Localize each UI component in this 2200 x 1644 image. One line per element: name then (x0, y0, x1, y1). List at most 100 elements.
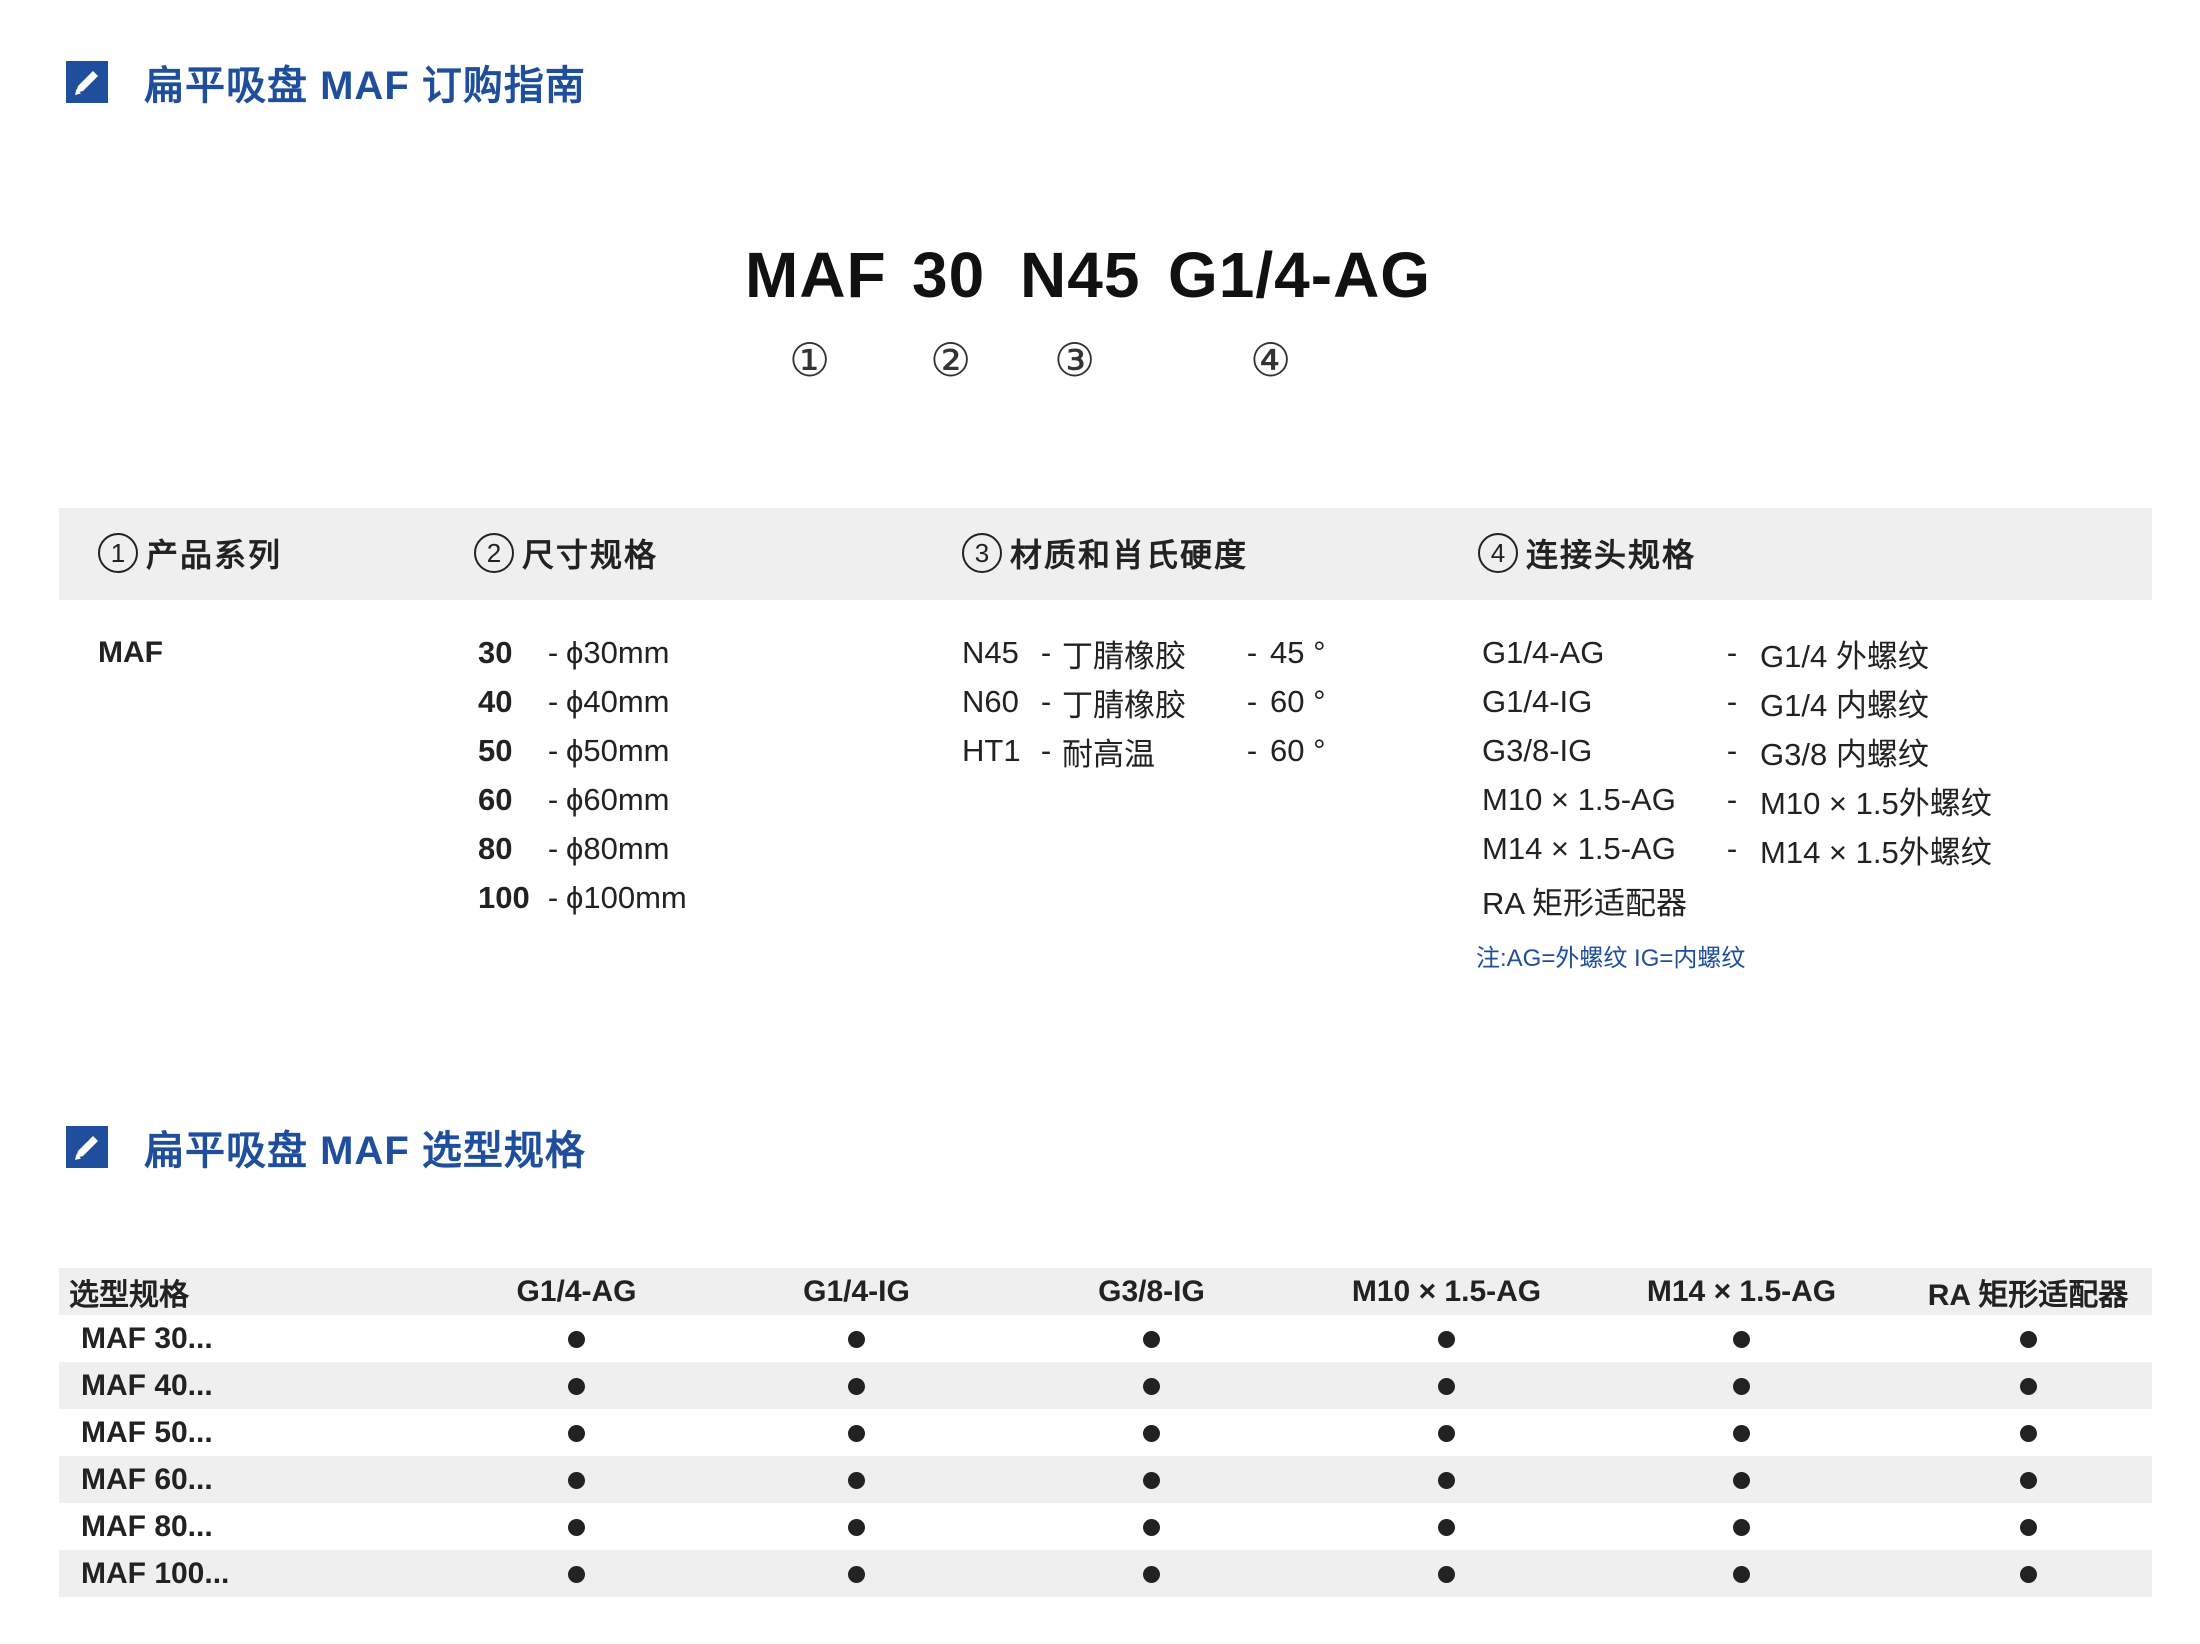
available-dot-icon (1733, 1519, 1750, 1537)
col-head-size: 2 尺寸规格 (474, 530, 658, 576)
pen-icon (66, 61, 108, 103)
size-row: 100- ϕ100mm (478, 880, 687, 915)
availability-cell (1314, 1503, 1579, 1550)
availability-cell (1579, 1362, 1904, 1409)
available-dot-icon (568, 1331, 585, 1349)
available-dot-icon (2019, 1566, 2037, 1584)
available-dot-icon (2019, 1472, 2037, 1490)
material-row: N60 - 丁腈橡胶 - 60 ° (962, 684, 1326, 723)
availability-cell (724, 1503, 989, 1550)
available-dot-icon (568, 1378, 585, 1396)
col-head-connection: 4 连接头规格 (1478, 530, 1696, 576)
available-dot-icon (2019, 1331, 2037, 1349)
availability-cell (1904, 1315, 2152, 1362)
availability-cell (429, 1315, 724, 1362)
availability-cell (724, 1362, 989, 1409)
available-dot-icon (1733, 1472, 1750, 1490)
available-dot-icon (1438, 1378, 1455, 1396)
table-row: MAF 60... (59, 1456, 2152, 1503)
available-dot-icon (1438, 1425, 1455, 1443)
section-title-ordering: 扁平吸盘 MAF 订购指南 (144, 64, 586, 108)
model-cell: MAF 50... (81, 1415, 213, 1449)
availability-cell (1314, 1362, 1579, 1409)
table-row: MAF 100... (59, 1550, 2152, 1597)
section-title-selection: 扁平吸盘 MAF 选型规格 (144, 1129, 586, 1173)
available-dot-icon (568, 1519, 585, 1537)
availability-cell (1314, 1550, 1579, 1597)
pen-icon (66, 1126, 108, 1168)
selection-col-head: G1/4-IG (724, 1268, 989, 1315)
marker-2: ② (930, 334, 972, 386)
model-cell: MAF 40... (59, 1362, 429, 1409)
availability-cell (429, 1409, 724, 1456)
adapter-row: RA 矩形适配器 (1482, 885, 1687, 921)
availability-cell (724, 1409, 989, 1456)
available-dot-icon (1733, 1566, 1750, 1584)
series-value: MAF (98, 636, 163, 669)
availability-cell (989, 1409, 1314, 1456)
selection-col-head: G1/4-AG (429, 1268, 724, 1315)
availability-cell (1904, 1550, 2152, 1597)
availability-cell (989, 1362, 1314, 1409)
available-dot-icon (2019, 1378, 2037, 1396)
selection-col-head: G3/8-IG (989, 1268, 1314, 1315)
size-row: 60- ϕ60mm (478, 782, 670, 817)
connection-row: G1/4-AG - G1/4 外螺纹 (1482, 635, 1929, 674)
section-heading-selection: 扁平吸盘 MAF 选型规格 (66, 1117, 586, 1177)
col-head-material: 3 材质和肖氏硬度 (962, 530, 1248, 576)
availability-cell (1314, 1409, 1579, 1456)
model-cell: MAF 80... (81, 1509, 213, 1543)
code-connection: G1/4-AG (1168, 239, 1432, 311)
marker-4: ④ (1250, 334, 1292, 386)
availability-cell (989, 1550, 1314, 1597)
availability-cell (1579, 1315, 1904, 1362)
material-row: N45 - 丁腈橡胶 - 45 ° (962, 635, 1326, 674)
available-dot-icon (1143, 1519, 1160, 1537)
selection-header-row: 选型规格 G1/4-AG G1/4-IG G3/8-IG M10 × 1.5-A… (59, 1268, 2152, 1315)
availability-cell (1314, 1456, 1579, 1503)
material-row: HT1 - 耐高温 - 60 ° (962, 733, 1326, 772)
available-dot-icon (1143, 1566, 1160, 1584)
available-dot-icon (848, 1378, 865, 1396)
size-row: 40- ϕ40mm (478, 684, 670, 719)
availability-cell (724, 1550, 989, 1597)
availability-cell (429, 1503, 724, 1550)
availability-cell (989, 1315, 1314, 1362)
available-dot-icon (1143, 1425, 1160, 1443)
available-dot-icon (568, 1566, 585, 1584)
selection-col-head: M14 × 1.5-AG (1579, 1268, 1904, 1315)
available-dot-icon (2019, 1519, 2037, 1537)
availability-cell (989, 1503, 1314, 1550)
connection-row: G1/4-IG - G1/4 内螺纹 (1482, 684, 1929, 723)
availability-cell (1904, 1456, 2152, 1503)
col-head-series: 1 产品系列 (98, 530, 282, 576)
size-row: 30- ϕ30mm (478, 635, 670, 670)
connection-row: G3/8-IG - G3/8 内螺纹 (1482, 733, 1929, 772)
available-dot-icon (2019, 1425, 2037, 1443)
availability-cell (1314, 1315, 1579, 1362)
available-dot-icon (1438, 1519, 1455, 1537)
marker-3: ③ (1054, 334, 1096, 386)
available-dot-icon (848, 1472, 865, 1490)
marker-1: ① (789, 334, 831, 386)
available-dot-icon (848, 1566, 865, 1584)
selection-table: 选型规格 G1/4-AG G1/4-IG G3/8-IG M10 × 1.5-A… (59, 1268, 2152, 1597)
available-dot-icon (848, 1425, 865, 1443)
model-cell: MAF 60... (59, 1456, 429, 1503)
size-row: 50- ϕ50mm (478, 733, 670, 768)
availability-cell (429, 1550, 724, 1597)
model-cell: MAF 30... (81, 1321, 213, 1355)
code-series: MAF (745, 239, 887, 311)
code-size: 30 (912, 239, 986, 311)
code-material: N45 (1020, 239, 1141, 311)
size-row: 80- ϕ80mm (478, 831, 670, 866)
table-row: MAF 50... (59, 1409, 2152, 1456)
availability-cell (989, 1456, 1314, 1503)
availability-cell (1579, 1409, 1904, 1456)
availability-cell (1579, 1503, 1904, 1550)
availability-cell (724, 1315, 989, 1362)
section-heading-ordering: 扁平吸盘 MAF 订购指南 (66, 52, 586, 112)
selection-header-label: 选型规格 (59, 1268, 429, 1315)
available-dot-icon (1733, 1378, 1750, 1396)
availability-cell (1904, 1503, 2152, 1550)
